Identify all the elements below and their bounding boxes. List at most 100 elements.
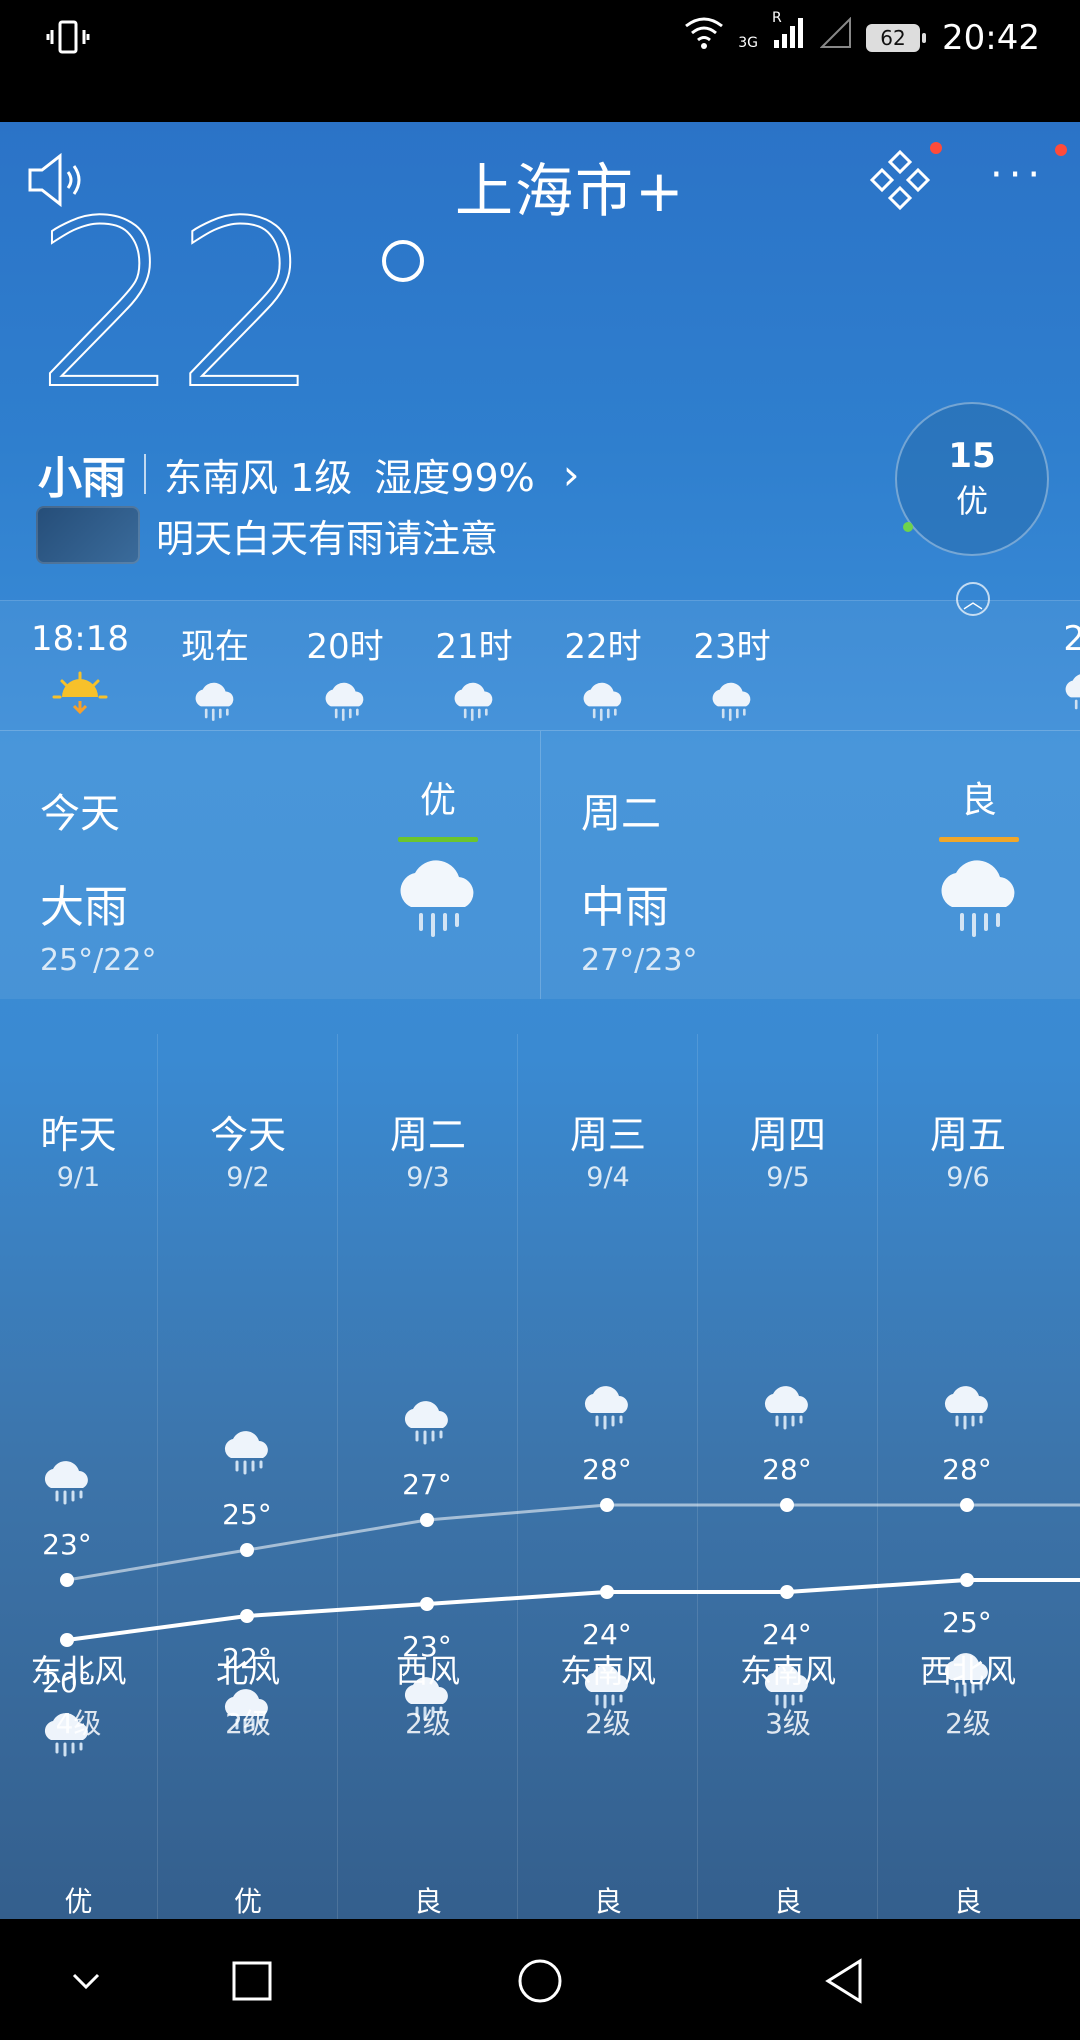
forecast-day-column[interactable]: 今天 9/2 北风 2级优 (157, 1034, 338, 1919)
card-condition: 大雨 (40, 882, 128, 933)
forecast-wind-level: 2级 (225, 1707, 271, 1740)
forecast-day: 周三 (569, 1113, 646, 1157)
rain-icon (575, 680, 631, 724)
hourly-forecast[interactable]: 18:18 现在 20时 21时 22时 23时 24 (0, 600, 1080, 731)
forecast-date: 9/5 (766, 1162, 810, 1193)
forecast-wind-level: 2级 (945, 1707, 991, 1740)
forecast-wind: 北风 (215, 1652, 280, 1690)
forecast-date: 9/1 (56, 1162, 101, 1193)
moderate-rain-icon (934, 851, 1024, 947)
current-condition-row[interactable]: 小雨 东南风 1级 湿度99% › (38, 442, 580, 506)
card-temp-range: 25°/22° (40, 943, 157, 978)
hourly-item: 现在 (150, 619, 280, 724)
notification-dot (930, 142, 942, 154)
hourly-item: 18:18 (15, 619, 145, 715)
aqi-level: 优 (955, 482, 988, 520)
forecast-day: 周二 (389, 1113, 466, 1157)
battery-indicator: 62 (866, 23, 927, 52)
card-day: 今天 (40, 791, 120, 837)
hourly-item: 20时 (280, 619, 410, 724)
forecast-day-column[interactable]: 周二 9/3 西风 2级良 (337, 1034, 518, 1919)
notification-dot (1055, 144, 1067, 156)
sunset-icon (52, 671, 108, 715)
more-menu-button[interactable]: ··· (990, 152, 1046, 198)
card-aqi-label: 良 (960, 780, 997, 821)
forecast-wind: 东南风 (739, 1652, 836, 1690)
hourly-item: 23时 (667, 619, 797, 724)
weather-app: 上海市+ ··· 22 小雨 东南风 1级 湿度99% › 明天白天有雨请注意 … (0, 122, 1080, 1919)
forecast-aqi: 良 (773, 1885, 802, 1918)
navigation-bar (0, 1919, 1080, 2040)
card-aqi-label: 优 (419, 780, 456, 821)
forecast-day-column[interactable]: 昨天 9/1 东北风 4级优 (0, 1034, 157, 1919)
day-card-today[interactable]: 今天 优 大雨 25°/22° (0, 731, 539, 999)
home-icon[interactable] (516, 1957, 564, 2005)
forecast-aqi: 优 (233, 1885, 262, 1918)
weather-alert[interactable]: 明天白天有雨请注意 (36, 506, 498, 564)
forecast-wind: 东南风 (559, 1652, 656, 1690)
forecast-date: 9/3 (406, 1162, 450, 1193)
degree-symbol (382, 240, 424, 282)
forecast-aqi: 良 (953, 1885, 982, 1918)
forecast-aqi: 良 (413, 1885, 442, 1918)
chevron-down-icon[interactable] (62, 1957, 110, 2005)
rain-icon (187, 680, 243, 724)
hourly-item: 22时 (538, 619, 668, 724)
roaming-label: R (772, 10, 782, 26)
signal-empty-icon (819, 16, 852, 58)
aqi-bar (939, 837, 1019, 842)
forecast-day: 昨天 (40, 1113, 117, 1157)
forecast-day-column[interactable]: 周五 9/6 西北风 2级良 (877, 1034, 1058, 1919)
forecast-day: 周四 (749, 1113, 826, 1157)
forecast-day-column[interactable]: 周三 9/4 东南风 2级良 (517, 1034, 698, 1919)
forecast-wind-level: 3级 (765, 1707, 811, 1740)
hourly-time: 24 (1063, 619, 1080, 659)
clock: 20:42 (942, 17, 1040, 58)
network-type: 3G (738, 34, 759, 51)
hourly-time: 18:18 (31, 619, 129, 659)
hourly-time: 20时 (306, 627, 384, 667)
diamond-grid-icon[interactable] (868, 142, 942, 212)
rain-icon (446, 680, 502, 724)
forecast-wind-level: 2级 (405, 1707, 451, 1740)
forecast-date: 9/6 (946, 1162, 990, 1193)
forecast-date: 9/4 (586, 1162, 630, 1193)
day-card-tuesday[interactable]: 周二 良 中雨 27°/23° (540, 731, 1080, 999)
forecast-aqi: 良 (593, 1885, 622, 1918)
recent-apps-icon[interactable] (228, 1957, 276, 2005)
rain-icon (1057, 671, 1080, 715)
forecast-day: 周五 (929, 1113, 1006, 1157)
hourly-item: 21时 (409, 619, 539, 724)
card-temp-range: 27°/23° (581, 943, 698, 978)
rain-icon (704, 680, 760, 724)
vibrate-icon (46, 18, 90, 67)
aqi-status-dot (903, 522, 913, 532)
current-wind: 东南风 1级 (164, 455, 353, 500)
forecast-wind-level: 2级 (585, 1707, 631, 1740)
heavy-rain-icon (393, 851, 483, 947)
wifi-icon (684, 16, 724, 59)
card-aqi: 良 (939, 771, 1019, 842)
divider (144, 454, 146, 494)
current-humidity: 湿度99% (374, 455, 535, 500)
rain-icon (317, 680, 373, 724)
hourly-time: 23时 (693, 627, 771, 667)
aqi-badge[interactable]: 15 优 (895, 402, 1049, 556)
hourly-item: 24 (1020, 619, 1080, 715)
forecast-day-column[interactable]: 周四 9/5 东南风 3级良 (697, 1034, 878, 1919)
forecast-aqi: 优 (64, 1885, 93, 1918)
signal-icon: R (772, 10, 806, 59)
forecast-date: 9/2 (226, 1162, 270, 1193)
forecast-day: 今天 (209, 1113, 286, 1157)
card-aqi: 优 (398, 771, 478, 842)
daily-forecast[interactable]: 23° 25° 27° 28° 28° 28° 20° 22° 23° 24° 24° 25° 昨天 9… (0, 1034, 1080, 1919)
back-icon[interactable] (820, 1957, 868, 2005)
city-title[interactable]: 上海市+ (455, 144, 686, 228)
card-condition: 中雨 (581, 882, 669, 933)
hourly-time: 22时 (564, 627, 642, 667)
hourly-time: 21时 (435, 627, 513, 667)
alert-thumbnail (36, 506, 140, 564)
forecast-wind-level: 4级 (55, 1707, 102, 1740)
alert-text: 明天白天有雨请注意 (156, 516, 499, 561)
day-cards: 今天 优 大雨 25°/22° 周二 良 中雨 27°/23° (0, 730, 1080, 999)
